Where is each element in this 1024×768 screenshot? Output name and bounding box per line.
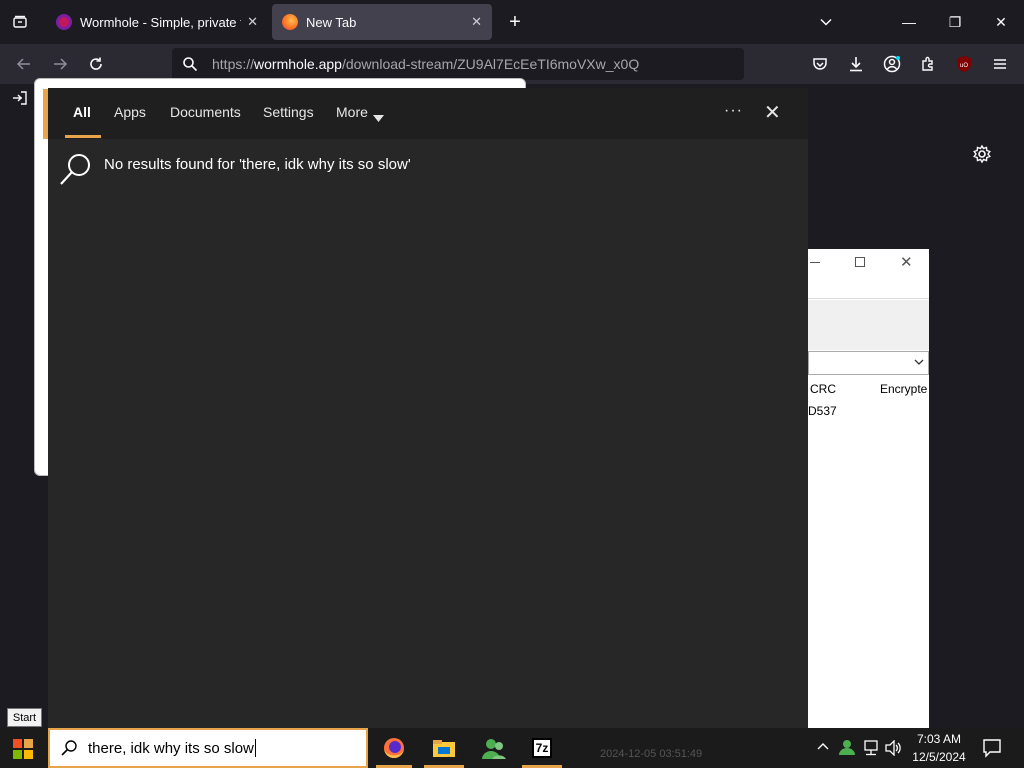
start-tooltip: Start <box>7 708 42 727</box>
url-bar[interactable]: https://wormhole.app/download-stream/ZU9… <box>172 48 744 80</box>
search-filter-tabs: All Apps Documents Settings More ··· ✕ <box>48 88 808 139</box>
archive-path-combobox[interactable] <box>808 351 929 375</box>
firefox-icon <box>384 737 404 758</box>
tab-settings[interactable]: Settings <box>263 104 314 120</box>
faint-file-label: 2024-12-05 03:51:49 <box>600 748 703 760</box>
no-results-message: No results found for 'there, idk why its… <box>104 156 411 173</box>
hamburger-menu-icon[interactable] <box>984 48 1016 80</box>
active-tab-indicator <box>65 135 101 138</box>
forward-arrow-icon[interactable] <box>44 48 76 80</box>
taskbar-search-box[interactable]: there, idk why its so slow <box>48 728 368 768</box>
7zip-icon: 7z <box>531 737 553 758</box>
user-tray-icon[interactable] <box>838 738 856 761</box>
settings-gear-icon[interactable] <box>972 144 994 166</box>
tab-close-icon[interactable]: ✕ <box>247 14 258 30</box>
url-host: wormhole.app <box>254 56 342 72</box>
downloads-icon[interactable] <box>840 48 872 80</box>
taskbar-7zip[interactable]: 7z <box>522 730 562 768</box>
windows-search-flyout: All Apps Documents Settings More ··· ✕ N… <box>48 88 808 728</box>
search-icon <box>182 56 198 72</box>
tab-title: Wormhole - Simple, private file <box>80 14 242 30</box>
tab-all[interactable]: All <box>73 104 91 120</box>
taskbar-file-explorer[interactable] <box>424 730 464 768</box>
volume-icon[interactable] <box>884 739 902 761</box>
firefox-favicon-icon <box>282 14 298 30</box>
ublock-origin-icon[interactable]: uO <box>948 48 980 80</box>
sign-in-icon[interactable] <box>12 90 30 108</box>
users-icon <box>482 739 506 759</box>
window-restore-button[interactable]: ❐ <box>932 0 978 44</box>
search-magnifier-icon <box>58 151 94 192</box>
window-close-button[interactable]: ✕ <box>978 0 1024 44</box>
archive-minimize-icon[interactable] <box>810 262 820 263</box>
notification-center-icon[interactable] <box>982 738 1002 763</box>
browser-tab-strip: Wormhole - Simple, private file ✕ New Ta… <box>0 0 1024 44</box>
start-button[interactable] <box>12 738 34 760</box>
extensions-puzzle-icon[interactable] <box>912 48 944 80</box>
taskbar-firefox[interactable] <box>376 730 412 768</box>
caret-down-icon[interactable] <box>373 109 384 127</box>
clock-date[interactable]: 12/5/2024 <box>908 750 970 764</box>
svg-text:uO: uO <box>960 63 968 69</box>
back-arrow-icon[interactable] <box>8 48 40 80</box>
tab-apps[interactable]: Apps <box>114 104 146 120</box>
search-icon <box>60 739 78 757</box>
text-cursor <box>254 739 256 757</box>
url-path: /download-stream/ZU9Al7EcEeTI6moVXw_x0Q <box>341 56 640 72</box>
taskbar-users-app[interactable] <box>474 730 514 768</box>
folder-icon <box>433 739 455 757</box>
column-header-crc[interactable]: CRC <box>810 382 836 396</box>
reload-icon[interactable] <box>80 48 112 80</box>
url-prefix: https:// <box>212 56 255 72</box>
account-icon[interactable] <box>876 48 908 80</box>
window-minimize-button[interactable]: — <box>886 0 932 44</box>
new-tab-button[interactable]: + <box>502 8 528 36</box>
crc-cell: D537 <box>808 404 837 418</box>
tab-wormhole[interactable]: Wormhole - Simple, private file ✕ <box>46 4 268 40</box>
tab-list-icon[interactable] <box>6 8 34 36</box>
archive-toolbar <box>808 300 929 350</box>
network-icon[interactable] <box>862 740 880 761</box>
archive-close-icon[interactable]: ✕ <box>900 253 913 271</box>
list-all-tabs-chevron-icon[interactable] <box>812 8 840 36</box>
search-query-text: there, idk why its so slow <box>88 739 254 757</box>
archive-maximize-icon[interactable] <box>855 257 865 267</box>
tab-more[interactable]: More <box>336 104 368 120</box>
tab-new-tab[interactable]: New Tab ✕ <box>272 4 492 40</box>
wormhole-favicon-icon <box>56 14 72 30</box>
close-flyout-icon[interactable]: ✕ <box>764 100 781 125</box>
archive-window: ✕ CRC Encrypte D537 <box>808 249 929 728</box>
archive-titlebar: ✕ <box>808 249 929 299</box>
pocket-icon[interactable] <box>804 48 836 80</box>
more-options-ellipsis-icon[interactable]: ··· <box>724 102 743 120</box>
column-header-encrypted[interactable]: Encrypte <box>880 382 927 396</box>
tab-close-icon[interactable]: ✕ <box>471 14 482 30</box>
tab-documents[interactable]: Documents <box>170 104 241 120</box>
windows-logo-icon <box>13 739 33 759</box>
show-hidden-icons-chevron-icon[interactable] <box>816 740 830 759</box>
chevron-down-icon <box>913 355 925 373</box>
clock-time[interactable]: 7:03 AM <box>912 732 966 746</box>
tab-title: New Tab <box>306 14 357 30</box>
